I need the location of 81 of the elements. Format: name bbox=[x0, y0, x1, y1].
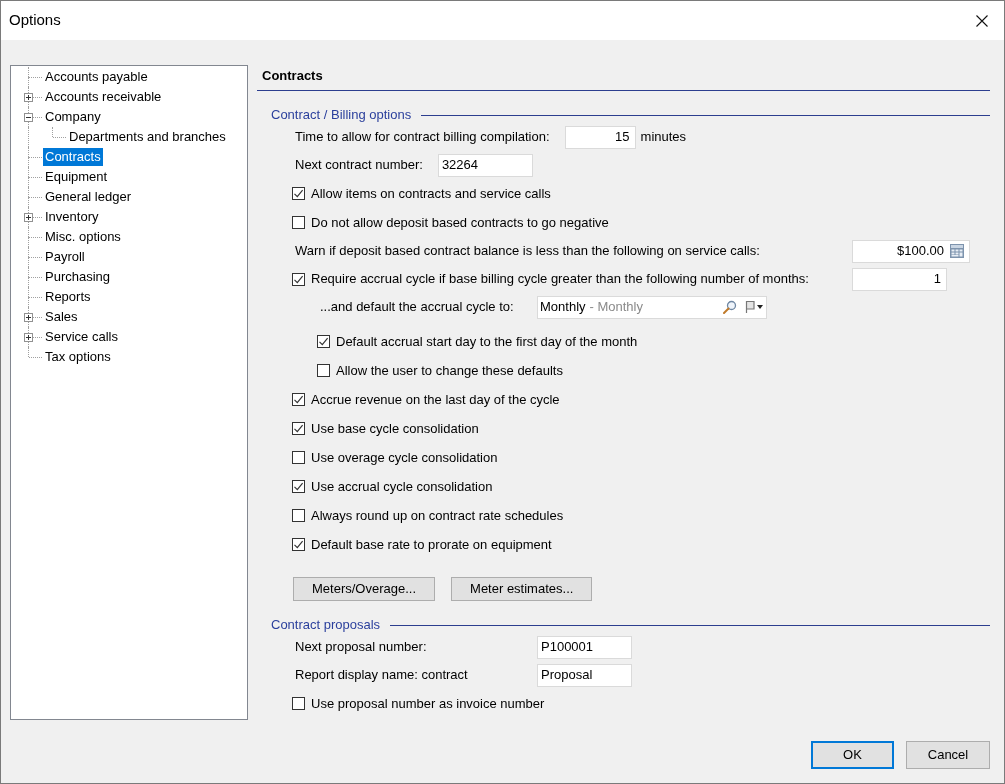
checkbox-label[interactable]: Allow the user to change these defaults bbox=[336, 360, 563, 381]
field-label: ...and default the accrual cycle to: bbox=[320, 298, 515, 317]
plus-box-icon[interactable] bbox=[24, 313, 33, 322]
section-title: Contract / Billing options bbox=[271, 106, 412, 125]
tree-item[interactable]: Reports bbox=[43, 288, 93, 306]
window-title: Options bbox=[9, 10, 61, 31]
close-icon[interactable] bbox=[976, 14, 988, 27]
dialog-button[interactable]: Cancel bbox=[906, 741, 990, 769]
tree-item[interactable]: Purchasing bbox=[43, 268, 113, 286]
checkbox-label[interactable]: Use overage cycle consolidation bbox=[311, 447, 498, 468]
checkbox[interactable] bbox=[292, 509, 305, 522]
currency-value: $100.00 bbox=[897, 242, 944, 261]
checkbox[interactable] bbox=[292, 697, 305, 710]
checkbox-label[interactable]: Require accrual cycle if base billing cycle greater than the following number of months: bbox=[311, 269, 852, 289]
field-label: Time to allow for contract billing compilation: bbox=[295, 128, 550, 147]
tree-item[interactable]: Contracts bbox=[43, 148, 103, 166]
tree-item[interactable]: Misc. options bbox=[43, 228, 123, 246]
checkmark-icon bbox=[293, 481, 304, 492]
checkbox-label[interactable]: Do not allow deposit based contracts to go negative bbox=[311, 212, 609, 233]
checkbox-label[interactable]: Accrue revenue on the last day of the cycle bbox=[311, 389, 560, 410]
currency-field[interactable]: $100.00 bbox=[852, 239, 970, 263]
field-label: Warn if deposit based contract balance is less than the following on service calls: bbox=[295, 242, 761, 261]
checkmark-icon bbox=[293, 423, 304, 434]
lookup-field[interactable]: Monthly - Monthly bbox=[537, 295, 767, 319]
checkbox[interactable] bbox=[292, 272, 305, 286]
text-field[interactable]: P100001 bbox=[537, 635, 632, 659]
checkbox-label[interactable]: Default accrual start day to the first day of the month bbox=[336, 331, 638, 352]
plus-box-icon[interactable] bbox=[24, 213, 33, 222]
tree-item[interactable]: Departments and branches bbox=[67, 128, 228, 146]
checkbox[interactable] bbox=[292, 216, 305, 229]
field-label: Report display name: contract bbox=[295, 666, 469, 685]
calculator-icon[interactable] bbox=[950, 244, 964, 258]
field-label: Next contract number: bbox=[295, 156, 423, 175]
lookup-description: - Monthly bbox=[589, 298, 643, 317]
field-label: Next proposal number: bbox=[295, 638, 428, 657]
checkbox-label[interactable]: Allow items on contracts and service calls bbox=[311, 183, 551, 204]
text-field[interactable]: Proposal bbox=[537, 663, 632, 687]
tree-item[interactable]: Payroll bbox=[43, 248, 87, 266]
number-field[interactable]: 15 bbox=[564, 125, 636, 149]
checkbox-label[interactable]: Use base cycle consolidation bbox=[311, 418, 479, 439]
search-icon[interactable] bbox=[723, 300, 737, 314]
checkmark-icon bbox=[318, 336, 329, 347]
checkmark-icon bbox=[293, 188, 304, 199]
checkbox[interactable] bbox=[292, 422, 305, 435]
action-button[interactable]: Meter estimates... bbox=[451, 577, 593, 601]
tree-item[interactable]: Sales bbox=[43, 308, 80, 326]
checkbox[interactable] bbox=[317, 364, 330, 377]
checkmark-icon bbox=[293, 539, 304, 550]
flag-icon[interactable] bbox=[745, 300, 756, 314]
unit-label: minutes bbox=[640, 128, 687, 147]
checkbox-label[interactable]: Default base rate to prorate on equipment bbox=[311, 534, 552, 555]
tree-item[interactable]: General ledger bbox=[43, 188, 133, 206]
checkbox[interactable] bbox=[292, 538, 305, 551]
action-button[interactable]: Meters/Overage... bbox=[293, 577, 436, 601]
checkbox[interactable] bbox=[292, 451, 305, 464]
section-title: Contract proposals bbox=[271, 616, 381, 635]
plus-box-icon[interactable] bbox=[24, 93, 33, 102]
tree-item[interactable]: Tax options bbox=[43, 348, 113, 366]
checkbox[interactable] bbox=[292, 187, 305, 200]
checkmark-icon bbox=[293, 273, 304, 285]
page-title: Contracts bbox=[262, 67, 323, 85]
checkbox[interactable] bbox=[317, 335, 330, 348]
number-field[interactable]: 1 bbox=[852, 267, 947, 291]
dialog-button[interactable]: OK bbox=[811, 741, 894, 769]
tree-item[interactable]: Accounts receivable bbox=[43, 88, 164, 106]
checkmark-icon bbox=[293, 394, 304, 405]
text-field[interactable]: 32264 bbox=[437, 153, 533, 177]
caret-down-icon[interactable] bbox=[757, 305, 763, 309]
checkbox[interactable] bbox=[292, 480, 305, 493]
tree-item[interactable]: Equipment bbox=[43, 168, 110, 186]
checkbox-label[interactable]: Always round up on contract rate schedules bbox=[311, 505, 564, 526]
lookup-value: Monthly bbox=[540, 298, 586, 317]
checkbox-label[interactable]: Use accrual cycle consolidation bbox=[311, 476, 493, 497]
tree-item[interactable]: Accounts payable bbox=[43, 68, 150, 86]
tree-item[interactable]: Service calls bbox=[43, 328, 120, 346]
tree-item[interactable]: Company bbox=[43, 108, 103, 126]
checkbox[interactable] bbox=[292, 393, 305, 406]
minus-box-icon[interactable] bbox=[24, 113, 33, 122]
tree-item[interactable]: Inventory bbox=[43, 208, 101, 226]
checkbox-label[interactable]: Use proposal number as invoice number bbox=[311, 693, 545, 714]
plus-box-icon[interactable] bbox=[24, 333, 33, 342]
